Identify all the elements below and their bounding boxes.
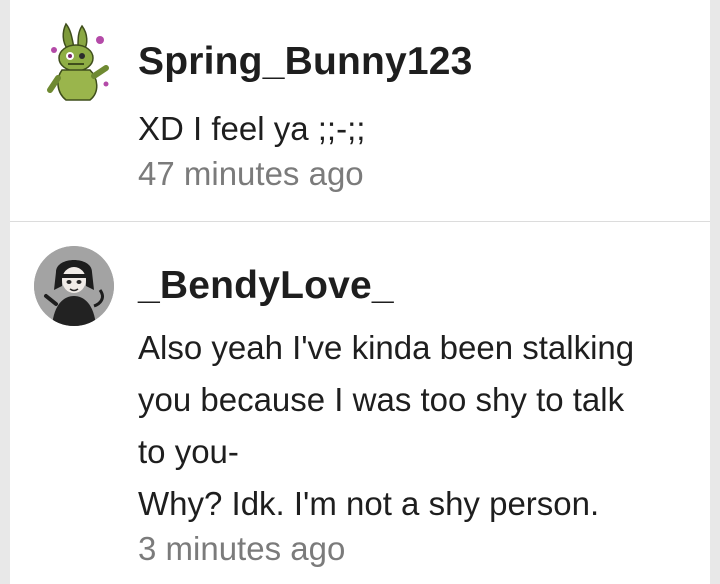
user-avatar-icon[interactable] [44,22,114,104]
comment-item: _BendyLove_ Also yeah I've kinda been st… [10,222,710,584]
comment-text-line: Also yeah I've kinda been stalking [138,329,635,366]
dark-haired-avatar-icon [34,246,114,326]
user-avatar-icon[interactable] [34,246,114,326]
comment-text-line: to you- [138,433,239,470]
comment-text-line: XD I feel ya ;;-;; [138,110,366,147]
comment-timestamp: 3 minutes ago [138,530,346,567]
comment-username[interactable]: Spring_Bunny123 [138,40,473,84]
green-rabbit-avatar-icon [47,22,109,101]
comment-text-line: you because I was too shy to talk [138,381,625,418]
comment-timestamp: 47 minutes ago [138,155,364,192]
comment-username[interactable]: _BendyLove_ [138,264,394,308]
comment-item: Spring_Bunny123 XD I feel ya ;;-;; 47 mi… [10,0,710,221]
comment-feed: Spring_Bunny123 XD I feel ya ;;-;; 47 mi… [10,0,710,584]
comment-text: XD I feel ya ;;-;; [138,103,365,155]
comment-text-line: Why? Idk. I'm not a shy person. [138,485,600,522]
comment-text: Also yeah I've kinda been stalking you b… [138,322,634,530]
